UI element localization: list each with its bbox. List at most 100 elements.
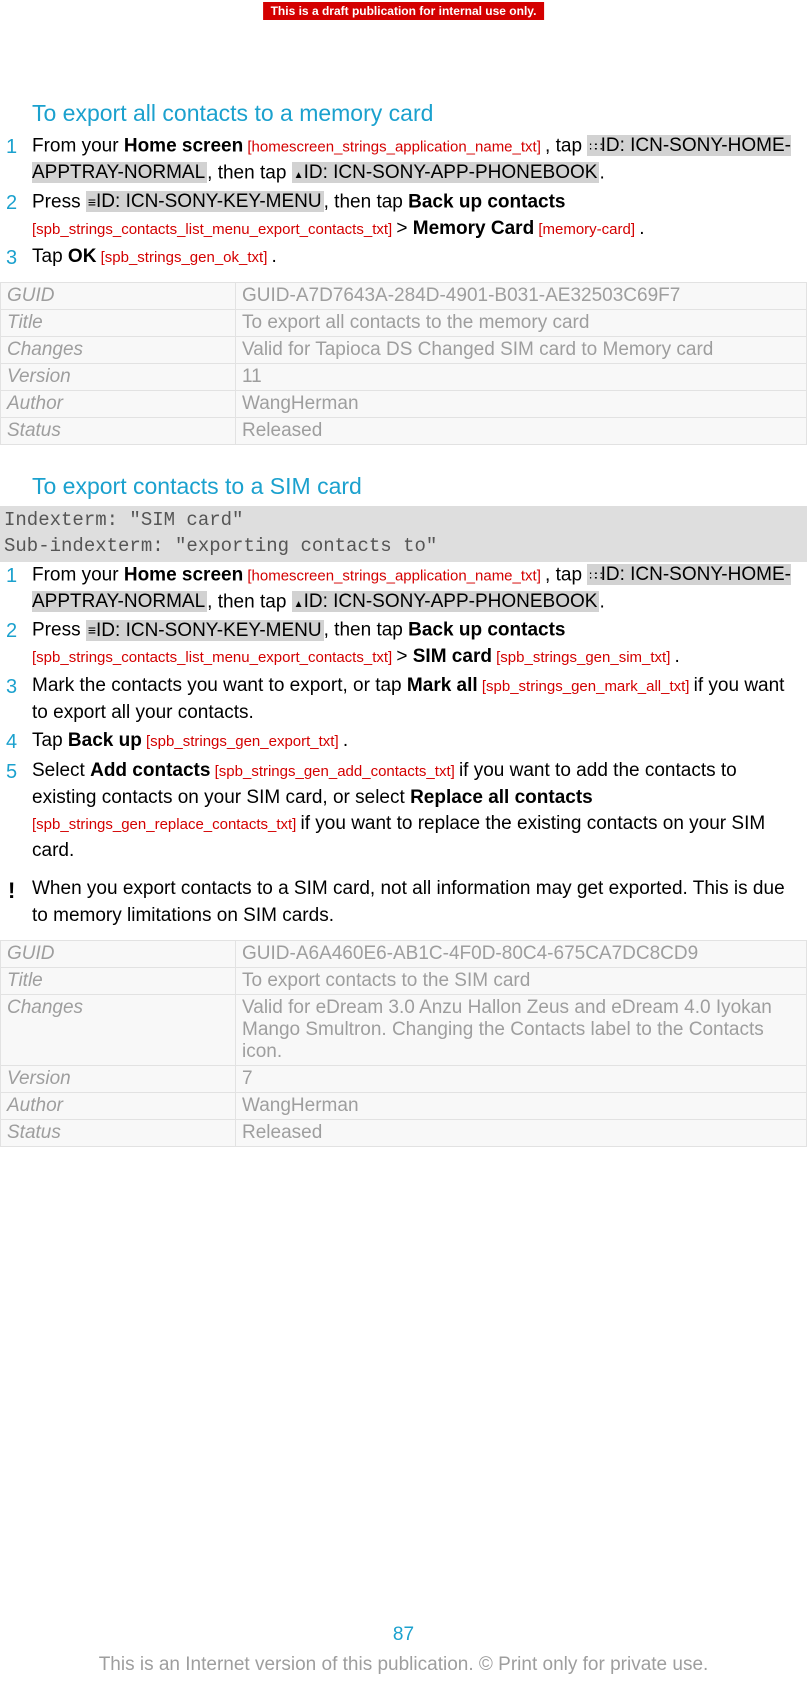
meta-value: Valid for eDream 3.0 Anzu Hallon Zeus an… — [236, 994, 807, 1065]
icon-highlight: ID: ICN-SONY-APP-PHONEBOOK — [292, 162, 600, 183]
step-1: 1 From your Home screen [homescreen_stri… — [0, 562, 797, 616]
table-row: AuthorWangHerman — [1, 391, 807, 418]
meta-label: Version — [1, 1065, 236, 1092]
text: , tap — [545, 135, 587, 156]
text: . — [639, 218, 644, 239]
icon-highlight: ID: ICN-SONY-KEY-MENU — [86, 620, 324, 641]
meta-label: Author — [1, 1092, 236, 1119]
text: From your — [32, 564, 124, 585]
meta-value: WangHerman — [236, 1092, 807, 1119]
apptray-icon — [589, 562, 600, 589]
meta-label: Changes — [1, 994, 236, 1065]
meta-label: GUID — [1, 940, 236, 967]
step-body: Select Add contacts [spb_strings_gen_add… — [32, 758, 797, 864]
text: From your — [32, 135, 124, 156]
meta-value: 11 — [236, 364, 807, 391]
icon-highlight: ID: ICN-SONY-KEY-MENU — [86, 191, 324, 212]
bold-text: Back up contacts — [408, 620, 565, 641]
text: . — [272, 246, 277, 267]
table-row: TitleTo export contacts to the SIM card — [1, 967, 807, 994]
bold-text: Mark all — [407, 675, 478, 696]
indexterm-line: Sub-indexterm: "exporting contacts to" — [4, 534, 803, 560]
reference-id: [spb_strings_gen_mark_all_txt] — [478, 678, 694, 695]
table-row: ChangesValid for eDream 3.0 Anzu Hallon … — [1, 994, 807, 1065]
text: Press — [32, 191, 86, 212]
meta-label: Author — [1, 391, 236, 418]
meta-label: Title — [1, 310, 236, 337]
step-number: 2 — [0, 189, 32, 243]
reference-id: [spb_strings_contacts_list_menu_export_c… — [32, 221, 396, 238]
step-4: 4 Tap Back up [spb_strings_gen_export_tx… — [0, 728, 797, 756]
reference-id: [spb_strings_gen_replace_contacts_txt] — [32, 816, 301, 833]
text: > — [396, 646, 412, 667]
table-row: Version7 — [1, 1065, 807, 1092]
section-heading-2: To export contacts to a SIM card — [32, 473, 807, 500]
text: , then tap — [324, 191, 409, 212]
table-row: StatusReleased — [1, 418, 807, 445]
step-body: Tap Back up [spb_strings_gen_export_txt]… — [32, 728, 797, 756]
text: . — [343, 730, 348, 751]
icon-id: ID: ICN-SONY-APP-PHONEBOOK — [304, 162, 598, 183]
menu-icon — [88, 189, 96, 216]
meta-value: Valid for Tapioca DS Changed SIM card to… — [236, 337, 807, 364]
step-number: 1 — [0, 562, 32, 616]
text: . — [599, 591, 604, 612]
meta-value: Released — [236, 418, 807, 445]
text: Mark the contacts you want to export, or… — [32, 675, 407, 696]
bold-text: OK — [68, 246, 97, 267]
text: , then tap — [207, 591, 292, 612]
warning-icon: ! — [0, 876, 32, 929]
table-row: GUIDGUID-A7D7643A-284D-4901-B031-AE32503… — [1, 283, 807, 310]
table-row: GUIDGUID-A6A460E6-AB1C-4F0D-80C4-675CA7D… — [1, 940, 807, 967]
step-1: 1 From your Home screen [homescreen_stri… — [0, 133, 797, 187]
meta-value: To export contacts to the SIM card — [236, 967, 807, 994]
icon-id: ID: ICN-SONY-APP-PHONEBOOK — [304, 591, 598, 612]
page-number: 87 — [393, 1624, 414, 1646]
phonebook-icon — [294, 589, 304, 616]
step-body: Mark the contacts you want to export, or… — [32, 673, 797, 726]
step-3: 3 Tap OK [spb_strings_gen_ok_txt] . — [0, 244, 797, 272]
page-body: To export all contacts to a memory card … — [0, 0, 807, 1147]
phonebook-icon — [294, 160, 304, 187]
reference-id: [homescreen_strings_application_name_txt… — [243, 138, 545, 155]
meta-value: 7 — [236, 1065, 807, 1092]
meta-label: Title — [1, 967, 236, 994]
step-number: 4 — [0, 728, 32, 756]
text: . — [675, 646, 680, 667]
apptray-icon — [589, 133, 600, 160]
text: Press — [32, 620, 86, 641]
section-heading-1: To export all contacts to a memory card — [32, 100, 807, 127]
section2-steps: 1 From your Home screen [homescreen_stri… — [0, 562, 807, 865]
step-number: 3 — [0, 673, 32, 726]
meta-table-2: GUIDGUID-A6A460E6-AB1C-4F0D-80C4-675CA7D… — [0, 940, 807, 1147]
menu-icon — [88, 617, 96, 644]
draft-banner: This is a draft publication for internal… — [263, 2, 545, 20]
table-row: AuthorWangHerman — [1, 1092, 807, 1119]
meta-label: Status — [1, 1119, 236, 1146]
step-5: 5 Select Add contacts [spb_strings_gen_a… — [0, 758, 797, 864]
step-number: 1 — [0, 133, 32, 187]
table-row: Version11 — [1, 364, 807, 391]
text: . — [599, 162, 604, 183]
text: Select — [32, 760, 90, 781]
step-body: From your Home screen [homescreen_string… — [32, 562, 797, 616]
meta-value: WangHerman — [236, 391, 807, 418]
meta-value: GUID-A7D7643A-284D-4901-B031-AE32503C69F… — [236, 283, 807, 310]
step-body: Tap OK [spb_strings_gen_ok_txt] . — [32, 244, 797, 272]
reference-id: [homescreen_strings_application_name_txt… — [243, 567, 545, 584]
reference-id: [spb_strings_gen_ok_txt] — [96, 249, 271, 266]
step-number: 5 — [0, 758, 32, 864]
note-text: When you export contacts to a SIM card, … — [32, 876, 797, 929]
bold-text: SIM card — [413, 646, 492, 667]
step-body: From your Home screen [homescreen_string… — [32, 133, 797, 187]
bold-text: Add contacts — [90, 760, 210, 781]
step-body: Press ID: ICN-SONY-KEY-MENU, then tap Ba… — [32, 617, 797, 671]
meta-label: Changes — [1, 337, 236, 364]
meta-label: Version — [1, 364, 236, 391]
icon-id: ID: ICN-SONY-KEY-MENU — [96, 191, 322, 212]
step-3: 3 Mark the contacts you want to export, … — [0, 673, 797, 726]
text: , then tap — [324, 620, 409, 641]
step-number: 2 — [0, 617, 32, 671]
note-block: ! When you export contacts to a SIM card… — [0, 876, 797, 929]
reference-id: [spb_strings_gen_sim_txt] — [492, 649, 675, 666]
